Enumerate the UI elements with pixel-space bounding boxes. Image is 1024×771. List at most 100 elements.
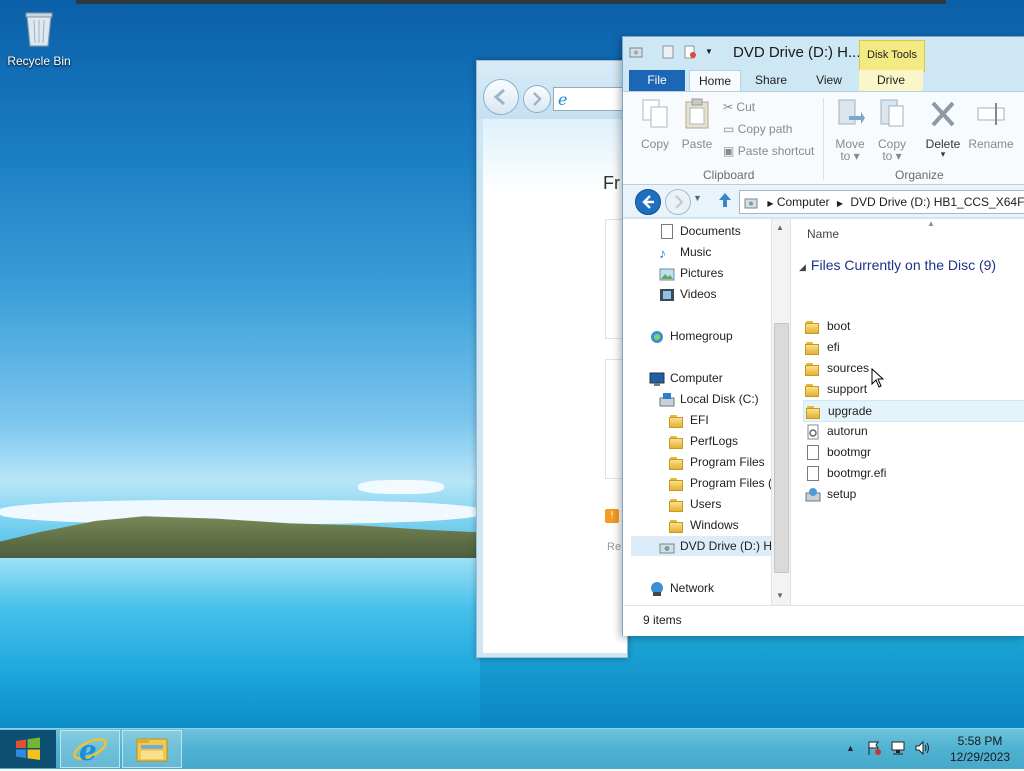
file-explorer-icon (136, 738, 168, 762)
nav-item-dvd-drive[interactable]: DVD Drive (D:) HI (631, 536, 775, 556)
file-item-setup[interactable]: setup (805, 484, 1024, 504)
nav-item-label: Music (680, 245, 712, 259)
delete-x-icon (931, 101, 955, 127)
internet-explorer-icon: e (73, 734, 107, 767)
status-bar: 9 items (623, 605, 1024, 636)
taskbar-internet-explorer[interactable]: e (60, 730, 120, 768)
nav-item-windows[interactable]: Windows (669, 515, 739, 535)
file-item-bootmgr[interactable]: bootmgr (805, 442, 1024, 462)
file-item-upgrade[interactable]: upgrade (803, 400, 1024, 422)
nav-item-label: Local Disk (C:) (680, 392, 759, 406)
clock[interactable]: 5:58 PM 12/29/2023 (940, 733, 1020, 765)
desktop-icon-recycle-bin[interactable]: Recycle Bin (6, 8, 72, 68)
volume-icon[interactable] (914, 740, 932, 759)
group-header[interactable]: ◢ Files Currently on the Disc (9) (799, 257, 996, 273)
title-bar[interactable]: ▼ DVD Drive (D:) H... Disk Tools (623, 37, 1024, 72)
column-header-name[interactable]: Name (807, 227, 839, 241)
ie-back-button[interactable] (483, 79, 519, 115)
nav-item-program-files-x86[interactable]: Program Files ( (669, 473, 772, 493)
taskbar-file-explorer[interactable] (122, 730, 182, 768)
new-folder-icon[interactable] (683, 45, 697, 59)
window-title: DVD Drive (D:) H... (733, 44, 861, 61)
address-bar[interactable]: ▶ Computer ▶ DVD Drive (D:) HB1_CCS_X64F… (739, 190, 1024, 214)
folder-icon (805, 361, 821, 377)
file-item-autorun[interactable]: autorun (805, 421, 1024, 441)
file-name: sources (827, 361, 870, 375)
nav-item-label: Pictures (680, 266, 724, 280)
file-name: setup (827, 487, 857, 501)
back-arrow-icon (642, 195, 654, 209)
nav-item-efi[interactable]: EFI (669, 410, 709, 430)
nav-item-pictures[interactable]: Pictures (659, 263, 723, 283)
explorer-window[interactable]: ▼ DVD Drive (D:) H... Disk Tools File Ho… (622, 36, 1024, 636)
copy-path-button[interactable]: ▭ Copy path (723, 122, 792, 136)
setup-icon (805, 487, 821, 503)
cut-button[interactable]: ✂ Cut (723, 100, 755, 114)
network-tray-icon[interactable] (890, 740, 908, 759)
action-center-flag-icon[interactable] (866, 740, 882, 759)
show-hidden-icons-button[interactable]: ▲ (846, 743, 855, 753)
nav-item-videos[interactable]: Videos (659, 284, 716, 304)
scroll-down-icon[interactable]: ▼ (776, 591, 784, 600)
tab-share[interactable]: Share (745, 70, 797, 91)
scissors-icon: ✂ (723, 100, 734, 114)
file-name: upgrade (828, 404, 873, 418)
breadcrumb-computer[interactable]: Computer (777, 195, 830, 209)
nav-item-computer[interactable]: Computer (649, 368, 723, 388)
file-item-sources[interactable]: sources (805, 358, 1024, 378)
nav-item-documents[interactable]: Documents (659, 221, 741, 241)
dvd-drive-icon (744, 198, 758, 209)
copy-to-button[interactable]: Copy to ▾ (873, 98, 911, 163)
paste-shortcut-button[interactable]: ▣ Paste shortcut (723, 144, 814, 158)
nav-item-music[interactable]: ♪ Music (659, 242, 711, 262)
file-item-support[interactable]: support (805, 379, 1024, 399)
properties-icon[interactable] (661, 45, 675, 59)
clock-time: 5:58 PM (957, 734, 1003, 748)
nav-pane-scrollbar[interactable]: ▲ ▼ (771, 219, 790, 605)
copy-button[interactable]: Copy (637, 98, 673, 151)
back-button[interactable] (635, 189, 661, 215)
file-item-boot[interactable]: boot (805, 316, 1024, 336)
scroll-thumb[interactable] (774, 323, 789, 573)
folder-icon (669, 518, 685, 534)
delete-button[interactable]: Delete ▾ (921, 98, 965, 160)
breadcrumb-dvd-drive[interactable]: DVD Drive (D:) HB1_CCS_X64FRE_ (850, 195, 1024, 209)
paste-button[interactable]: Paste (679, 98, 715, 151)
cloud (358, 480, 444, 494)
desktop-icon-label: Recycle Bin (7, 54, 71, 68)
scroll-up-icon[interactable]: ▲ (776, 223, 784, 232)
ie-address-bar[interactable]: e (553, 87, 628, 111)
nav-item-network[interactable]: Network (649, 578, 714, 598)
up-button[interactable] (717, 191, 733, 212)
ie-window[interactable]: e Fr ! Re (476, 60, 628, 658)
breadcrumb-chevron-icon: ▶ (836, 199, 844, 208)
file-item-bootmgr-efi[interactable]: bootmgr.efi (805, 463, 1024, 483)
recent-locations-icon[interactable]: ▼ (693, 193, 702, 203)
rename-button[interactable]: Rename (967, 98, 1015, 151)
nav-item-label: Network (670, 581, 715, 595)
group-header-label: Files Currently on the Disc (9) (810, 257, 997, 273)
file-list: ▲ Name ◢ Files Currently on the Disc (9) … (791, 219, 1024, 605)
paste-icon (685, 98, 709, 129)
qat-dropdown-icon[interactable]: ▼ (705, 45, 719, 59)
tab-home[interactable]: Home (689, 70, 741, 92)
nav-item-program-files[interactable]: Program Files (669, 452, 765, 472)
organize-group-label: Organize (895, 168, 944, 182)
nav-item-label: Program Files (690, 455, 765, 469)
start-button[interactable] (0, 730, 56, 768)
tab-file[interactable]: File (629, 70, 685, 91)
sort-indicator-icon: ▲ (927, 219, 935, 228)
file-name: efi (827, 340, 840, 354)
nav-item-perflogs[interactable]: PerfLogs (669, 431, 738, 451)
nav-item-local-disk[interactable]: Local Disk (C:) (659, 389, 759, 409)
recycle-bin-icon (23, 8, 55, 48)
nav-item-homegroup[interactable]: Homegroup (649, 326, 733, 346)
tab-drive[interactable]: Drive (859, 70, 923, 91)
move-to-button[interactable]: Move to ▾ (831, 98, 869, 163)
file-item-efi[interactable]: efi (805, 337, 1024, 357)
drive-qat-icon[interactable] (629, 45, 643, 59)
forward-button[interactable] (665, 189, 691, 215)
tab-view[interactable]: View (803, 70, 855, 91)
nav-item-users[interactable]: Users (669, 494, 721, 514)
ie-forward-button[interactable] (523, 85, 551, 113)
